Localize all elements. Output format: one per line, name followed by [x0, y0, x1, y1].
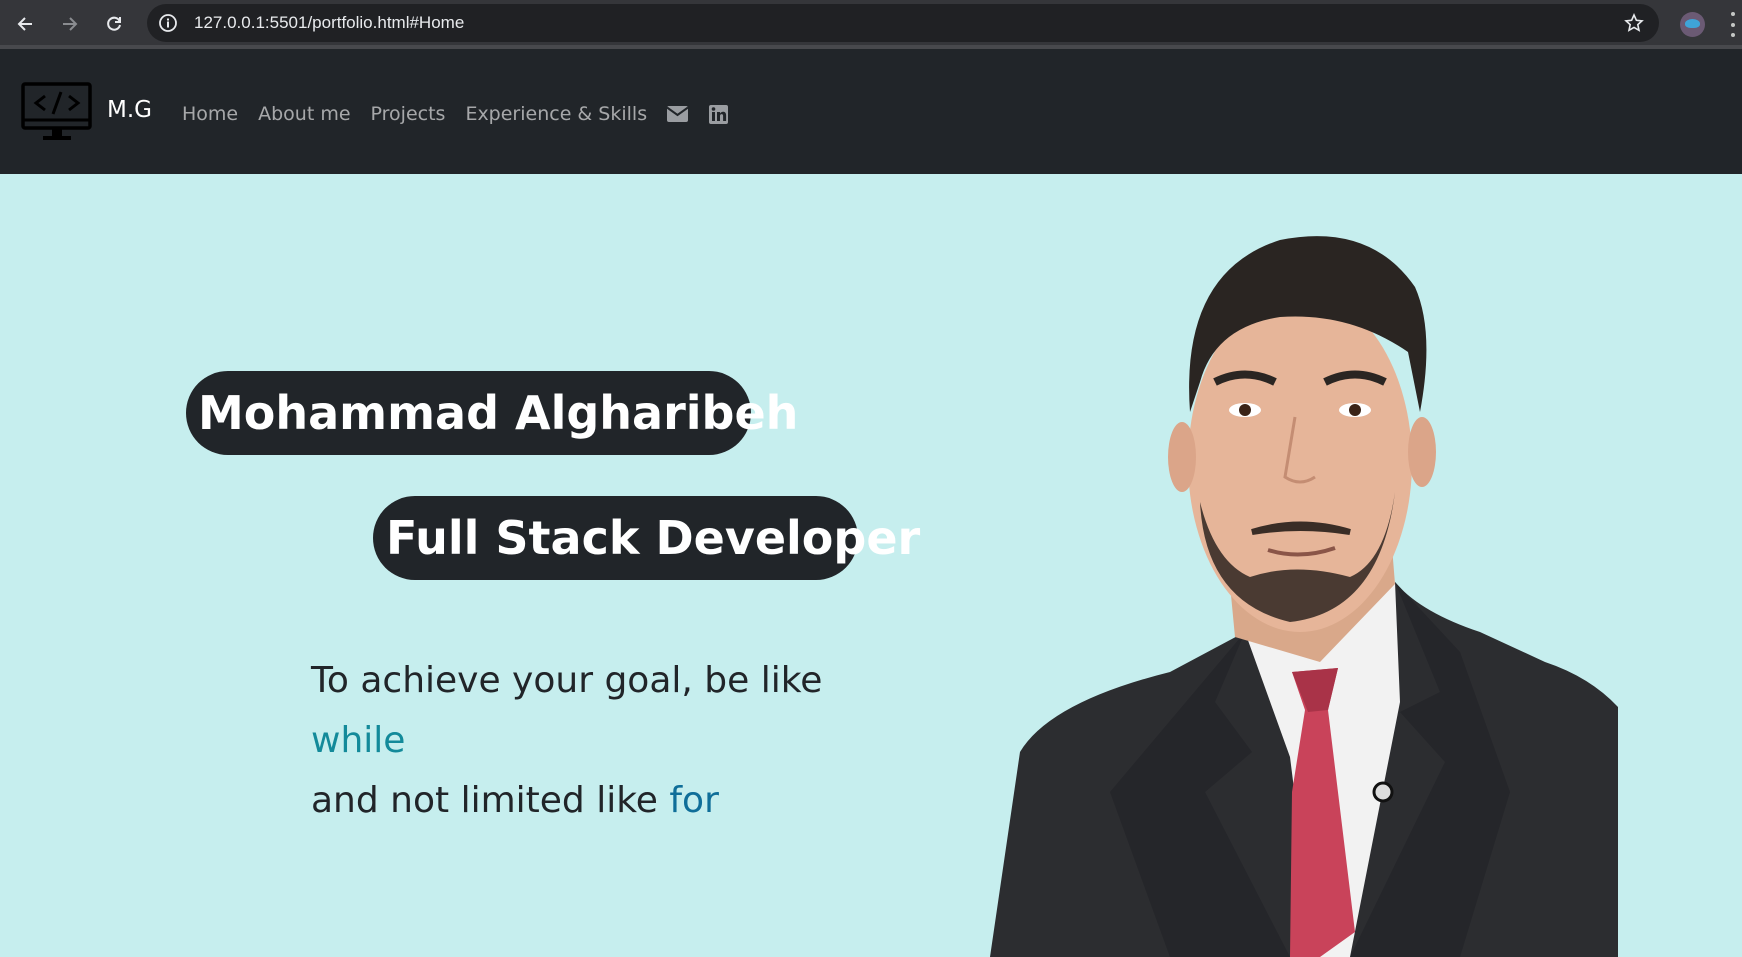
- browser-toolbar: 127.0.0.1:5501/portfolio.html#Home: [0, 0, 1742, 49]
- site-navbar: M.G Home About me Projects Experience & …: [0, 49, 1742, 174]
- quote-keyword-while: while: [311, 720, 406, 761]
- nav-link-projects[interactable]: Projects: [371, 101, 446, 127]
- site-info-icon[interactable]: [157, 12, 179, 34]
- reload-icon[interactable]: [100, 10, 128, 38]
- url-text[interactable]: 127.0.0.1:5501/portfolio.html#Home: [194, 4, 464, 42]
- forward-arrow-icon[interactable]: [56, 10, 84, 38]
- profile-photo: [990, 236, 1618, 957]
- nav-links: Home About me Projects Experience & Skil…: [182, 101, 749, 127]
- hero-role: Full Stack Developer: [373, 496, 920, 580]
- brand-name[interactable]: M.G: [107, 95, 152, 125]
- nav-link-about[interactable]: About me: [258, 101, 350, 127]
- hero-section: Mohammad Algharibeh Full Stack Developer…: [0, 174, 1742, 957]
- quote-keyword-for: for: [669, 780, 719, 821]
- address-bar[interactable]: 127.0.0.1:5501/portfolio.html#Home: [147, 4, 1659, 42]
- nav-link-experience[interactable]: Experience & Skills: [465, 101, 647, 127]
- quote-line-3: and not limited like for: [311, 771, 822, 831]
- hero-name: Mohammad Algharibeh: [186, 371, 798, 455]
- envelope-icon[interactable]: [667, 104, 689, 125]
- quote-line-3-prefix: and not limited like: [311, 780, 658, 821]
- nav-link-home[interactable]: Home: [182, 101, 238, 127]
- linkedin-icon[interactable]: [708, 104, 729, 125]
- monitor-code-icon[interactable]: [21, 82, 93, 144]
- bookmark-star-icon[interactable]: [1623, 12, 1645, 34]
- menu-dots-icon[interactable]: [1730, 12, 1736, 37]
- hero-quote: To achieve your goal, be like while and …: [311, 651, 822, 831]
- profile-avatar[interactable]: [1680, 12, 1705, 37]
- back-arrow-icon[interactable]: [11, 10, 39, 38]
- quote-line-1: To achieve your goal, be like: [311, 660, 823, 701]
